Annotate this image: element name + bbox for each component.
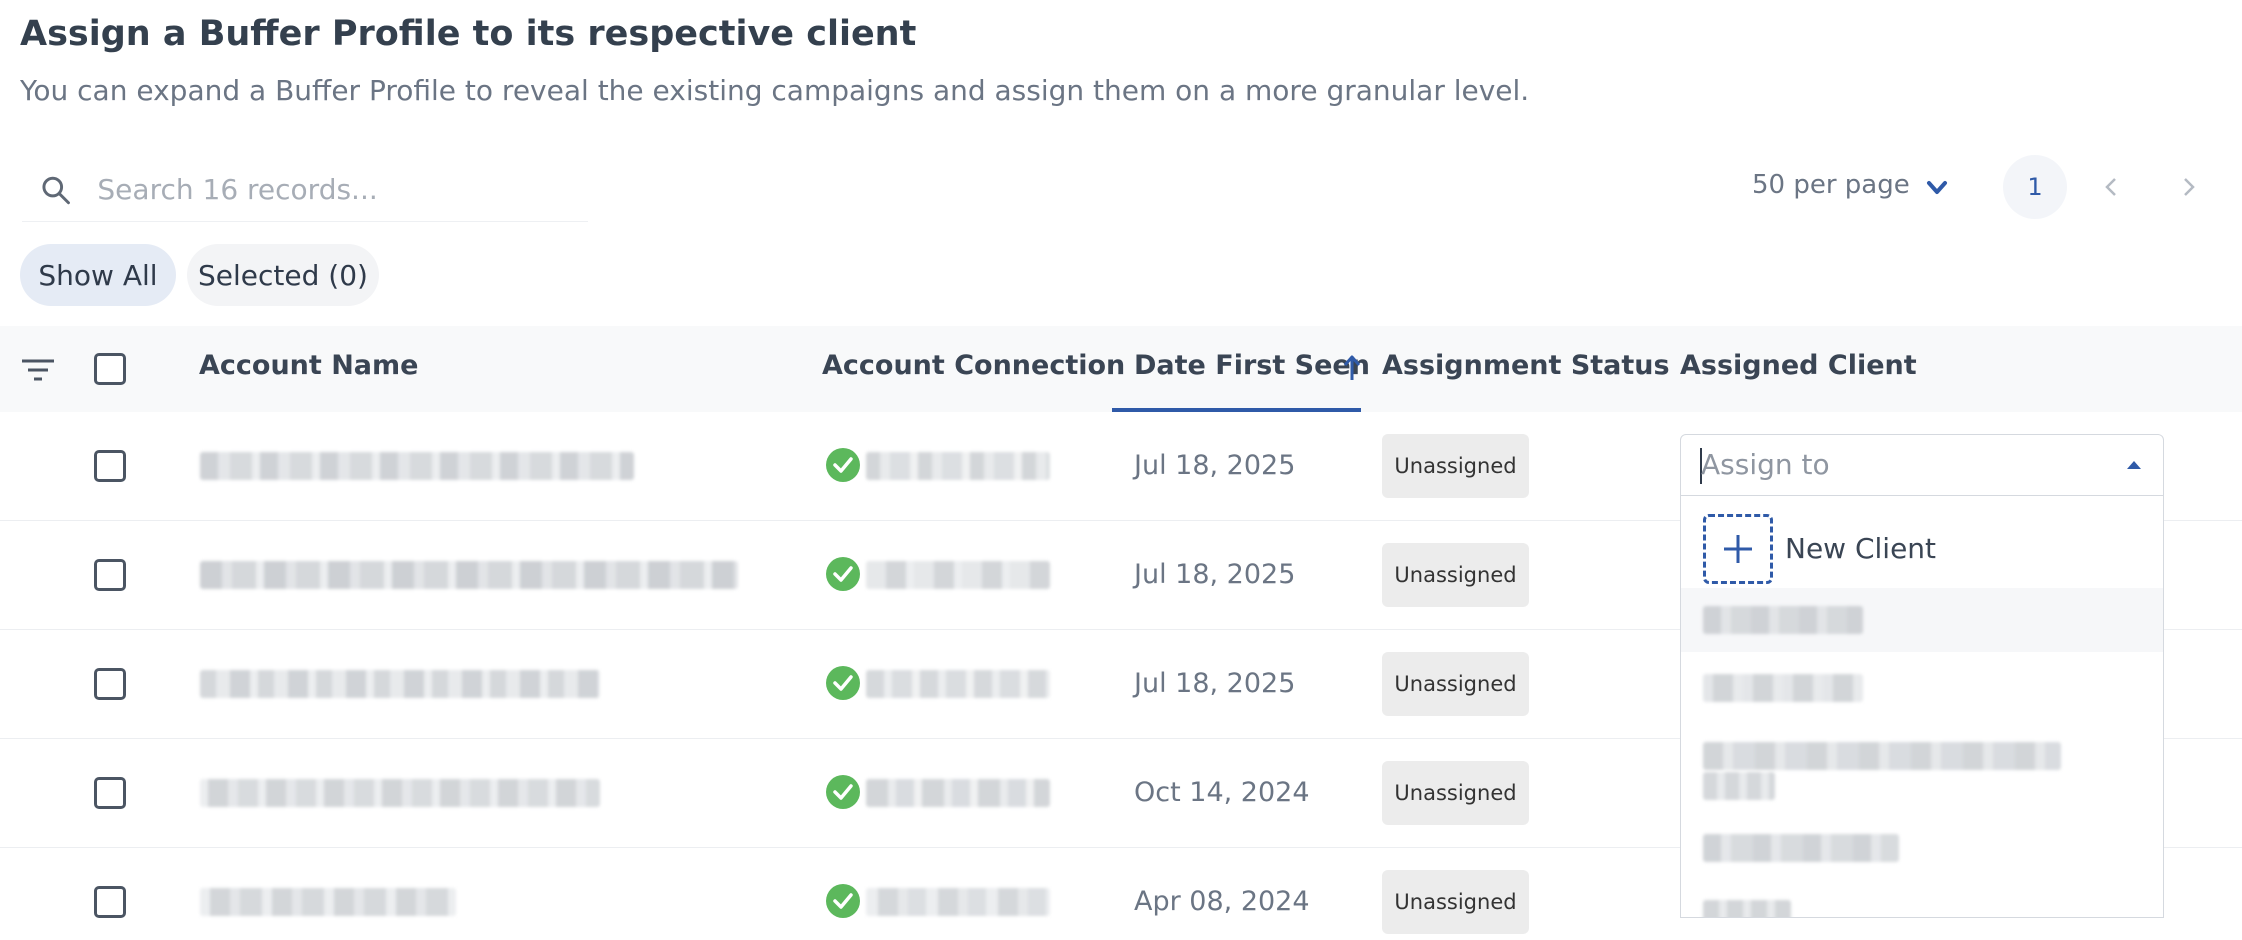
date-first-seen: Jul 18, 2025: [1134, 559, 1296, 590]
per-page-select[interactable]: 50 per page: [1752, 170, 1910, 200]
connection-name-redacted: [866, 888, 1050, 916]
search-input[interactable]: [97, 173, 588, 206]
account-name-redacted: [200, 670, 600, 698]
status-badge: Unassigned: [1382, 543, 1529, 607]
row-checkbox[interactable]: [94, 886, 126, 918]
show-all-button[interactable]: Show All: [20, 244, 176, 306]
row-checkbox[interactable]: [94, 450, 126, 482]
status-badge: Unassigned: [1382, 761, 1529, 825]
date-first-seen: Jul 18, 2025: [1134, 450, 1296, 481]
filter-icon[interactable]: [22, 358, 54, 382]
client-option[interactable]: [1681, 588, 2163, 652]
column-header-date-first-seen[interactable]: Date First Seen: [1134, 350, 1370, 381]
assign-client-input[interactable]: [1701, 448, 2101, 481]
client-option[interactable]: [1681, 656, 2163, 720]
new-client-label: New Client: [1785, 532, 1937, 565]
assign-client-menu: New Client: [1680, 496, 2164, 918]
sort-ascending-icon[interactable]: [1343, 354, 1361, 382]
connection-name-redacted: [866, 452, 1050, 480]
check-circle-icon: [826, 557, 860, 591]
check-circle-icon: [826, 884, 860, 918]
account-name-redacted: [200, 561, 738, 589]
client-name-redacted: [1703, 606, 1863, 634]
status-badge: Unassigned: [1382, 870, 1529, 934]
check-circle-icon: [826, 775, 860, 809]
page-title: Assign a Buffer Profile to its respectiv…: [20, 14, 917, 54]
client-option[interactable]: [1681, 816, 2163, 880]
date-first-seen: Oct 14, 2024: [1134, 777, 1310, 808]
connection-name-redacted: [866, 670, 1050, 698]
client-name-redacted: [1703, 900, 1791, 917]
chevron-down-icon[interactable]: [1926, 178, 1948, 198]
status-badge: Unassigned: [1382, 434, 1529, 498]
column-header-assignment-status[interactable]: Assignment Status: [1382, 350, 1670, 381]
selected-filter-button[interactable]: Selected (0): [187, 244, 379, 306]
client-option[interactable]: [1681, 732, 2163, 812]
assign-client-select[interactable]: [1680, 434, 2164, 496]
client-name-redacted: [1703, 742, 2061, 770]
account-name-redacted: [200, 779, 600, 807]
chevron-right-icon[interactable]: [2182, 176, 2196, 198]
plus-icon: [1703, 514, 1773, 584]
connection-name-redacted: [866, 779, 1050, 807]
connection-name-redacted: [866, 561, 1050, 589]
column-header-account-name[interactable]: Account Name: [199, 350, 418, 381]
select-all-checkbox[interactable]: [94, 353, 126, 385]
check-circle-icon: [826, 666, 860, 700]
date-first-seen: Apr 08, 2024: [1134, 886, 1310, 917]
new-client-option[interactable]: New Client: [1681, 514, 2163, 584]
search-icon: [42, 176, 70, 204]
column-header-assigned-client[interactable]: Assigned Client: [1680, 350, 1917, 381]
row-checkbox[interactable]: [94, 777, 126, 809]
table-header: Account Name Account Connection Date Fir…: [0, 326, 2242, 412]
client-name-redacted: [1703, 834, 1899, 862]
client-name-redacted: [1703, 772, 1775, 800]
check-circle-icon: [826, 448, 860, 482]
account-name-redacted: [200, 452, 634, 480]
client-option[interactable]: [1681, 892, 2163, 917]
caret-up-icon[interactable]: [2126, 460, 2142, 470]
page-subtitle: You can expand a Buffer Profile to revea…: [20, 74, 1530, 107]
status-badge: Unassigned: [1382, 652, 1529, 716]
date-first-seen: Jul 18, 2025: [1134, 668, 1296, 699]
search-bar[interactable]: [22, 158, 588, 222]
chevron-left-icon[interactable]: [2104, 176, 2118, 198]
row-checkbox[interactable]: [94, 559, 126, 591]
account-name-redacted: [200, 888, 456, 916]
page-number-button[interactable]: 1: [2003, 155, 2067, 219]
client-name-redacted: [1703, 674, 1863, 702]
row-checkbox[interactable]: [94, 668, 126, 700]
column-header-account-connection[interactable]: Account Connection: [822, 350, 1125, 381]
